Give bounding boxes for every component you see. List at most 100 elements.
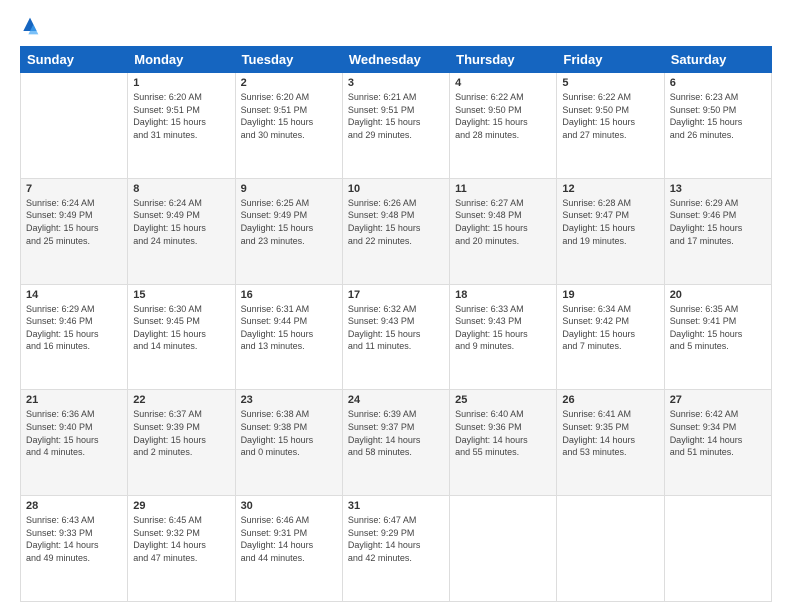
day-info: Sunrise: 6:46 AM Sunset: 9:31 PM Dayligh…: [241, 514, 337, 564]
day-cell: 10 Sunrise: 6:26 AM Sunset: 9:48 PM Dayli…: [342, 178, 449, 284]
day-number: 11: [455, 183, 551, 195]
week-row-2: 14 Sunrise: 6:29 AM Sunset: 9:46 PM Dayli…: [21, 284, 772, 390]
day-cell: 28Sunrise: 6:43 AM Sunset: 9:33 PM Dayli…: [21, 496, 128, 602]
day-number: 15: [133, 289, 229, 301]
header: [20, 16, 772, 36]
day-info: Sunrise: 6:22 AM Sunset: 9:50 PM Dayligh…: [562, 91, 658, 141]
weekday-header-friday: Friday: [557, 47, 664, 73]
day-info: Sunrise: 6:28 AM Sunset: 9:47 PM Dayligh…: [562, 197, 658, 247]
weekday-header-tuesday: Tuesday: [235, 47, 342, 73]
day-number: 8: [133, 183, 229, 195]
day-cell: 3Sunrise: 6:21 AM Sunset: 9:51 PM Daylig…: [342, 73, 449, 179]
day-cell: 14 Sunrise: 6:29 AM Sunset: 9:46 PM Dayli…: [21, 284, 128, 390]
day-cell: [21, 73, 128, 179]
day-info: Sunrise: 6:37 AM Sunset: 9:39 PM Dayligh…: [133, 408, 229, 458]
day-info: Sunrise: 6:22 AM Sunset: 9:50 PM Dayligh…: [455, 91, 551, 141]
day-cell: 19Sunrise: 6:34 AM Sunset: 9:42 PM Dayli…: [557, 284, 664, 390]
day-number: 2: [241, 77, 337, 89]
day-info: Sunrise: 6:41 AM Sunset: 9:35 PM Dayligh…: [562, 408, 658, 458]
day-number: 17: [348, 289, 444, 301]
day-cell: 24Sunrise: 6:39 AM Sunset: 9:37 PM Dayli…: [342, 390, 449, 496]
day-number: 19: [562, 289, 658, 301]
day-info: Sunrise: 6:24 AM Sunset: 9:49 PM Dayligh…: [26, 197, 122, 247]
day-number: 27: [670, 394, 766, 406]
weekday-header-monday: Monday: [128, 47, 235, 73]
day-cell: 2 Sunrise: 6:20 AM Sunset: 9:51 PM Daylig…: [235, 73, 342, 179]
day-cell: 20Sunrise: 6:35 AM Sunset: 9:41 PM Dayli…: [664, 284, 771, 390]
day-cell: 1 Sunrise: 6:20 AM Sunset: 9:51 PM Daylig…: [128, 73, 235, 179]
day-number: 31: [348, 500, 444, 512]
day-info: Sunrise: 6:47 AM Sunset: 9:29 PM Dayligh…: [348, 514, 444, 564]
day-cell: 26 Sunrise: 6:41 AM Sunset: 9:35 PM Dayli…: [557, 390, 664, 496]
day-number: 10: [348, 183, 444, 195]
day-info: Sunrise: 6:31 AM Sunset: 9:44 PM Dayligh…: [241, 303, 337, 353]
page: SundayMondayTuesdayWednesdayThursdayFrid…: [0, 0, 792, 612]
weekday-header-sunday: Sunday: [21, 47, 128, 73]
day-number: 30: [241, 500, 337, 512]
day-info: Sunrise: 6:30 AM Sunset: 9:45 PM Dayligh…: [133, 303, 229, 353]
day-info: Sunrise: 6:43 AM Sunset: 9:33 PM Dayligh…: [26, 514, 122, 564]
weekday-header-wednesday: Wednesday: [342, 47, 449, 73]
day-info: Sunrise: 6:45 AM Sunset: 9:32 PM Dayligh…: [133, 514, 229, 564]
weekday-header-thursday: Thursday: [450, 47, 557, 73]
day-number: 18: [455, 289, 551, 301]
day-cell: [557, 496, 664, 602]
day-info: Sunrise: 6:24 AM Sunset: 9:49 PM Dayligh…: [133, 197, 229, 247]
day-number: 9: [241, 183, 337, 195]
week-row-3: 21 Sunrise: 6:36 AM Sunset: 9:40 PM Dayli…: [21, 390, 772, 496]
day-cell: 4 Sunrise: 6:22 AM Sunset: 9:50 PM Daylig…: [450, 73, 557, 179]
day-info: Sunrise: 6:42 AM Sunset: 9:34 PM Dayligh…: [670, 408, 766, 458]
day-cell: 7 Sunrise: 6:24 AM Sunset: 9:49 PM Daylig…: [21, 178, 128, 284]
day-info: Sunrise: 6:20 AM Sunset: 9:51 PM Dayligh…: [133, 91, 229, 141]
day-number: 16: [241, 289, 337, 301]
day-info: Sunrise: 6:27 AM Sunset: 9:48 PM Dayligh…: [455, 197, 551, 247]
day-cell: 21 Sunrise: 6:36 AM Sunset: 9:40 PM Dayli…: [21, 390, 128, 496]
day-info: Sunrise: 6:32 AM Sunset: 9:43 PM Dayligh…: [348, 303, 444, 353]
day-info: Sunrise: 6:40 AM Sunset: 9:36 PM Dayligh…: [455, 408, 551, 458]
week-row-1: 7 Sunrise: 6:24 AM Sunset: 9:49 PM Daylig…: [21, 178, 772, 284]
day-number: 3: [348, 77, 444, 89]
day-number: 6: [670, 77, 766, 89]
day-info: Sunrise: 6:25 AM Sunset: 9:49 PM Dayligh…: [241, 197, 337, 247]
day-number: 1: [133, 77, 229, 89]
day-info: Sunrise: 6:36 AM Sunset: 9:40 PM Dayligh…: [26, 408, 122, 458]
day-cell: 11 Sunrise: 6:27 AM Sunset: 9:48 PM Dayli…: [450, 178, 557, 284]
day-info: Sunrise: 6:33 AM Sunset: 9:43 PM Dayligh…: [455, 303, 551, 353]
day-cell: 23 Sunrise: 6:38 AM Sunset: 9:38 PM Dayli…: [235, 390, 342, 496]
day-cell: 22 Sunrise: 6:37 AM Sunset: 9:39 PM Dayli…: [128, 390, 235, 496]
day-info: Sunrise: 6:38 AM Sunset: 9:38 PM Dayligh…: [241, 408, 337, 458]
day-cell: 5Sunrise: 6:22 AM Sunset: 9:50 PM Daylig…: [557, 73, 664, 179]
day-cell: 12Sunrise: 6:28 AM Sunset: 9:47 PM Dayli…: [557, 178, 664, 284]
weekday-header-row: SundayMondayTuesdayWednesdayThursdayFrid…: [21, 47, 772, 73]
day-number: 13: [670, 183, 766, 195]
week-row-4: 28Sunrise: 6:43 AM Sunset: 9:33 PM Dayli…: [21, 496, 772, 602]
day-number: 26: [562, 394, 658, 406]
day-number: 29: [133, 500, 229, 512]
day-number: 7: [26, 183, 122, 195]
day-number: 14: [26, 289, 122, 301]
day-number: 4: [455, 77, 551, 89]
day-info: Sunrise: 6:29 AM Sunset: 9:46 PM Dayligh…: [670, 197, 766, 247]
day-cell: 29 Sunrise: 6:45 AM Sunset: 9:32 PM Dayli…: [128, 496, 235, 602]
day-cell: 27 Sunrise: 6:42 AM Sunset: 9:34 PM Dayli…: [664, 390, 771, 496]
day-cell: 6Sunrise: 6:23 AM Sunset: 9:50 PM Daylig…: [664, 73, 771, 179]
day-cell: [664, 496, 771, 602]
day-cell: 9 Sunrise: 6:25 AM Sunset: 9:49 PM Daylig…: [235, 178, 342, 284]
week-row-0: 1 Sunrise: 6:20 AM Sunset: 9:51 PM Daylig…: [21, 73, 772, 179]
day-number: 23: [241, 394, 337, 406]
day-cell: 30 Sunrise: 6:46 AM Sunset: 9:31 PM Dayli…: [235, 496, 342, 602]
day-number: 22: [133, 394, 229, 406]
day-info: Sunrise: 6:26 AM Sunset: 9:48 PM Dayligh…: [348, 197, 444, 247]
day-cell: 8 Sunrise: 6:24 AM Sunset: 9:49 PM Daylig…: [128, 178, 235, 284]
day-cell: 25Sunrise: 6:40 AM Sunset: 9:36 PM Dayli…: [450, 390, 557, 496]
logo: [20, 16, 42, 36]
day-number: 21: [26, 394, 122, 406]
day-cell: 17 Sunrise: 6:32 AM Sunset: 9:43 PM Dayli…: [342, 284, 449, 390]
day-cell: 13 Sunrise: 6:29 AM Sunset: 9:46 PM Dayli…: [664, 178, 771, 284]
day-cell: 16 Sunrise: 6:31 AM Sunset: 9:44 PM Dayli…: [235, 284, 342, 390]
day-info: Sunrise: 6:20 AM Sunset: 9:51 PM Dayligh…: [241, 91, 337, 141]
calendar-table: SundayMondayTuesdayWednesdayThursdayFrid…: [20, 46, 772, 602]
day-cell: [450, 496, 557, 602]
day-info: Sunrise: 6:29 AM Sunset: 9:46 PM Dayligh…: [26, 303, 122, 353]
day-cell: 18 Sunrise: 6:33 AM Sunset: 9:43 PM Dayli…: [450, 284, 557, 390]
